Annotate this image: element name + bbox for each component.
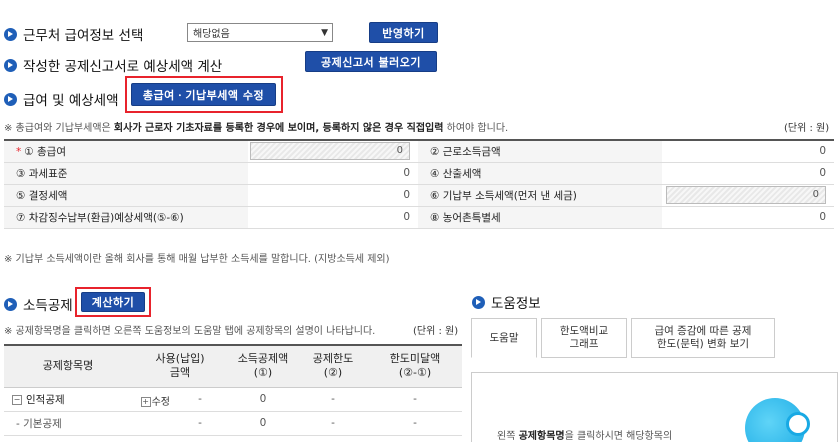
row-value: 0 [248, 162, 418, 185]
table-row: − 인적공제 + 수정 - 0 - - [4, 387, 462, 412]
deduction-note: ※ 공제항목명을 클릭하면 오른쪽 도움정보의 도움말 탭에 공제항목의 설명이… [4, 326, 376, 337]
bullet-icon [4, 92, 17, 106]
cell: - [298, 411, 368, 436]
column-header: 한도미달액 (②-①) [368, 345, 462, 388]
prepaid-tax-input[interactable]: 0 [662, 184, 834, 207]
bullet-icon [4, 297, 17, 311]
deduction-item[interactable]: - 기본공제 [4, 411, 132, 436]
table-row: - 기본공제 - 0 - - [4, 411, 462, 436]
bullet-icon [4, 58, 17, 72]
row-label: ⑥ 기납부 소득세액(먼저 낸 세금) [418, 184, 662, 207]
coin-icon [786, 412, 810, 436]
cell: 0 [228, 387, 298, 412]
row-value: 0 [662, 162, 834, 185]
salary-note: ※ 총급여와 기납부세액은 회사가 근로자 기초자료를 등록한 경우에 보이며,… [4, 123, 509, 134]
help-header: 도움정보 [472, 292, 541, 312]
workplace-header: 근무처 급여정보 선택 [4, 24, 143, 44]
salary-estimate-label: 급여 및 예상세액 [23, 93, 119, 109]
deduction-header: 소득공제 [4, 294, 73, 314]
chevron-down-icon: ▼ [321, 28, 328, 38]
table-row: ⑦ 차감징수납부(환급)예상세액(⑤-⑥) 0 ⑧ 농어촌특별세 0 [4, 206, 834, 229]
column-header: 공제한도 (②) [298, 345, 368, 388]
plus-icon: + [140, 396, 151, 407]
tab-help[interactable]: 도움말 [471, 318, 537, 358]
row-value: 0 [662, 140, 834, 163]
row-value: 0 [662, 206, 834, 229]
column-header: 공제항목명 [4, 345, 132, 388]
column-header: 소득공제액 (①) [228, 345, 298, 388]
row-value: 0 [248, 184, 418, 207]
bullet-icon [472, 295, 485, 309]
cell: - [368, 387, 462, 412]
load-form-button[interactable]: 공제신고서 불러오기 [305, 51, 437, 72]
salary-table: * ① 총급여 0 ② 근로소득금액 0 ③ 과세표준 0 ④ 산출세액 0 ⑤ … [4, 139, 834, 229]
cell: - [132, 411, 228, 436]
deduction-table: 공제항목명 사용(납입) 금액 소득공제액 (①) 공제한도 (②) 한도미달액… [4, 344, 462, 436]
calc-from-form-label: 작성한 공제신고서로 예상세액 계산 [23, 59, 223, 75]
collapse-icon[interactable]: − [12, 394, 22, 405]
prepaid-note: ※ 기납부 소득세액이란 올해 회사를 통해 매월 납부한 소득세를 말합니다.… [4, 254, 390, 265]
unit-label: (단위 : 원) [413, 326, 459, 337]
apply-button[interactable]: 반영하기 [369, 22, 438, 43]
row-label: ④ 산출세액 [418, 162, 662, 185]
row-label: ⑧ 농어촌특별세 [418, 206, 662, 229]
row-label: ② 근로소득금액 [418, 140, 662, 163]
table-row: * ① 총급여 0 ② 근로소득금액 0 [4, 140, 834, 163]
row-label: * ① 총급여 [4, 140, 248, 163]
workplace-select[interactable]: 해당없음 ▼ [187, 23, 333, 42]
cell: 0 [228, 411, 298, 436]
total-salary-input[interactable]: 0 [248, 140, 418, 163]
row-value: 0 [248, 206, 418, 229]
table-row: ③ 과세표준 0 ④ 산출세액 0 [4, 162, 834, 185]
header-row: 공제항목명 사용(납입) 금액 소득공제액 (①) 공제한도 (②) 한도미달액… [4, 345, 462, 388]
cell: - [368, 411, 462, 436]
deduction-item[interactable]: − 인적공제 + 수정 [4, 387, 170, 412]
calc-button[interactable]: 계산하기 [81, 292, 145, 312]
calc-from-form-header: 작성한 공제신고서로 예상세액 계산 [4, 55, 222, 75]
row-label: ⑦ 차감징수납부(환급)예상세액(⑤-⑥) [4, 206, 248, 229]
help-text: 왼쪽 공제항목명을 클릭하시면 해당항목의 [497, 431, 673, 442]
workplace-label: 근무처 급여정보 선택 [23, 28, 144, 44]
table-row: ⑤ 결정세액 0 ⑥ 기납부 소득세액(먼저 낸 세금) 0 [4, 184, 834, 207]
edit-salary-button[interactable]: 총급여ㆍ기납부세액 수정 [131, 83, 276, 106]
workplace-select-value: 해당없음 [193, 29, 230, 40]
cell: - [298, 387, 368, 412]
salary-estimate-header: 급여 및 예상세액 [4, 89, 119, 109]
column-header: 사용(납입) 금액 [132, 345, 228, 388]
bullet-icon [4, 27, 17, 41]
tab-threshold-change[interactable]: 급여 증감에 따른 공제 한도(문턱) 변화 보기 [631, 318, 775, 358]
row-label: ⑤ 결정세액 [4, 184, 248, 207]
edit-link[interactable]: + 수정 [140, 393, 170, 408]
help-title: 도움정보 [491, 296, 541, 312]
deduction-title: 소득공제 [23, 298, 73, 314]
unit-label: (단위 : 원) [784, 123, 830, 134]
row-label: ③ 과세표준 [4, 162, 248, 185]
help-tabs: 도움말 한도액비교 그래프 급여 증감에 따른 공제 한도(문턱) 변화 보기 [471, 318, 779, 358]
tab-limit-graph[interactable]: 한도액비교 그래프 [541, 318, 627, 358]
